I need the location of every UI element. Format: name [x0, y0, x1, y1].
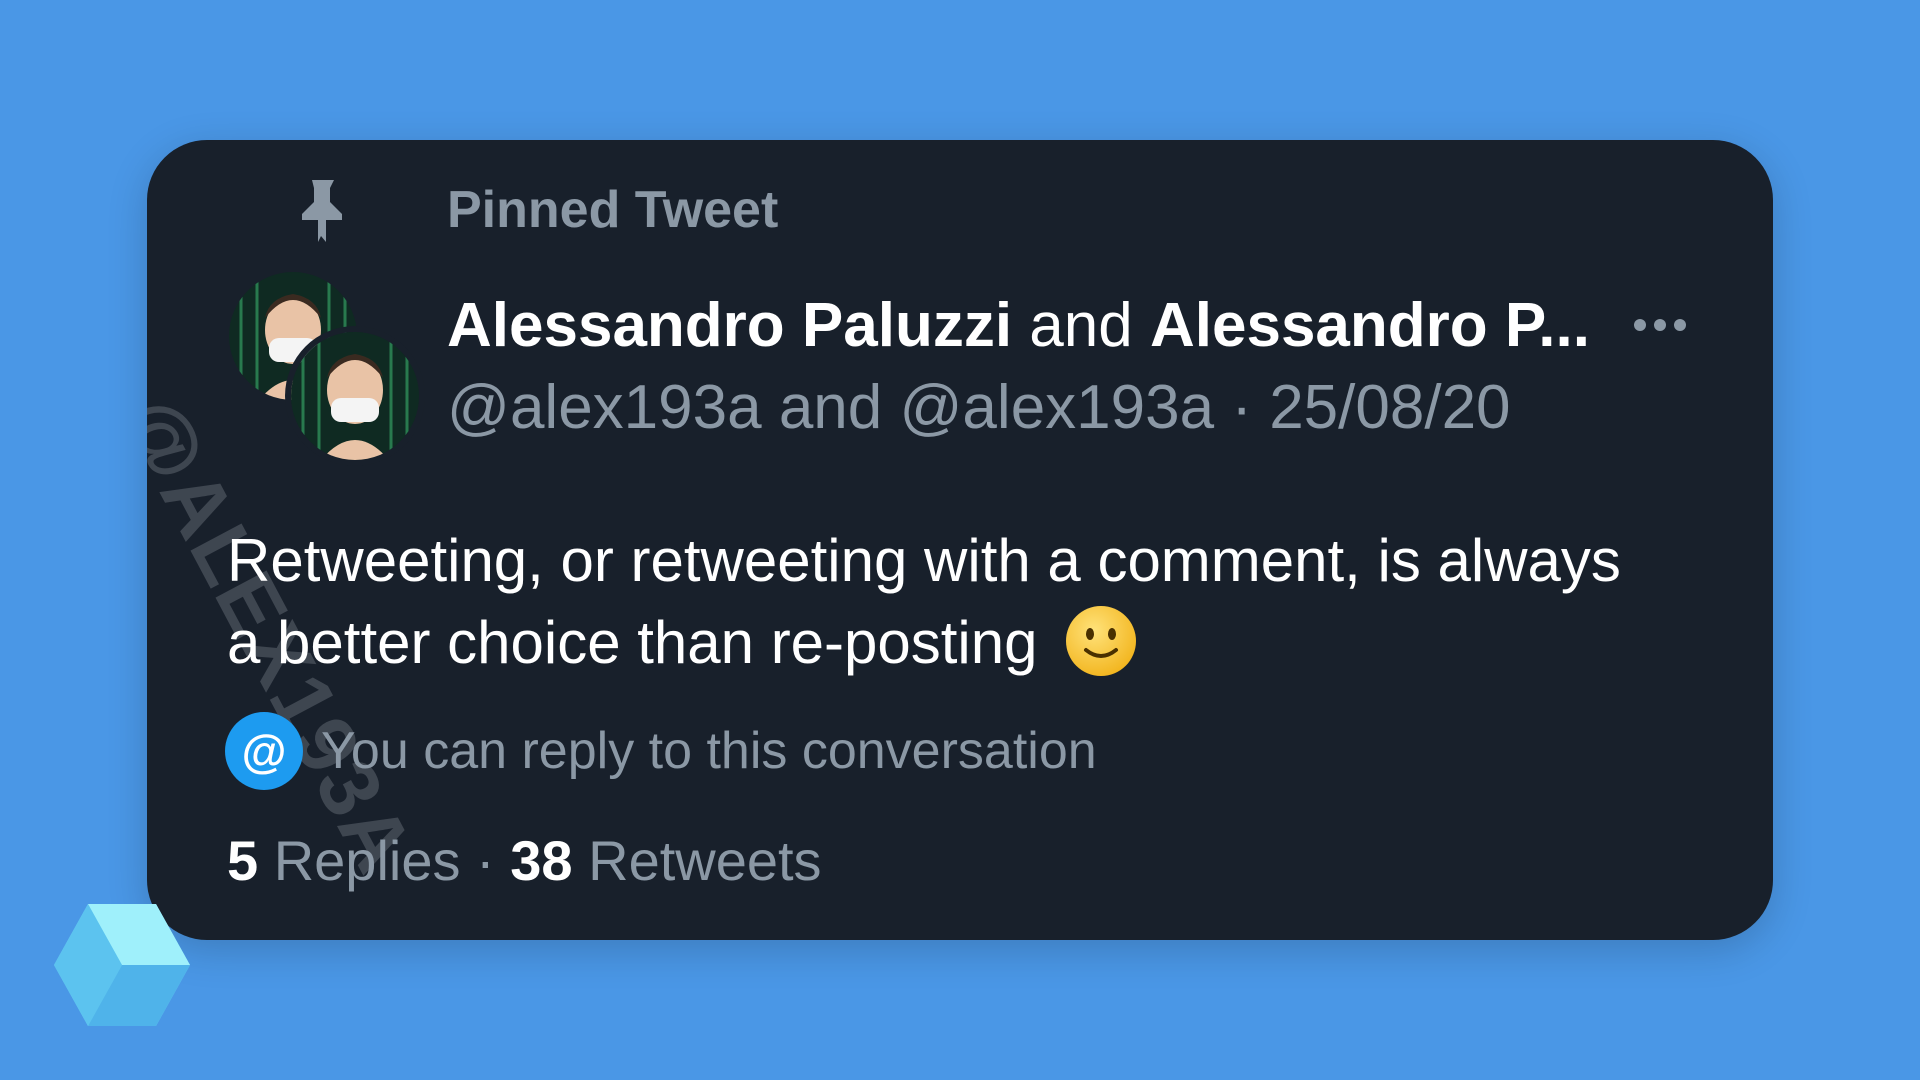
replies-count: 5	[227, 829, 259, 892]
at-icon: @	[225, 712, 303, 790]
cube-logo-icon	[54, 904, 190, 1026]
tweet-body: Retweeting, or retweeting with a comment…	[227, 527, 1621, 676]
reply-permission-label: You can reply to this conversation	[321, 722, 1097, 780]
tweet-text: Retweeting, or retweeting with a comment…	[227, 520, 1667, 684]
stats-separator: ·	[476, 829, 495, 892]
replies-stat[interactable]: 5 Replies	[227, 829, 460, 892]
more-horizontal-icon[interactable]	[1630, 310, 1690, 340]
author-names[interactable]: Alessandro Paluzzi and Alessandro P...	[447, 290, 1590, 361]
tweet-card[interactable]: @ALEX193A Pinned Tweet Alessandro Paluzz…	[147, 140, 1773, 940]
slightly-smiling-face-icon	[1066, 606, 1137, 677]
retweets-label: Retweets	[588, 829, 822, 892]
canvas: @ALEX193A Pinned Tweet Alessandro Paluzz…	[0, 0, 1920, 1080]
author-joiner: and	[1029, 291, 1133, 360]
avatar[interactable]	[291, 332, 419, 460]
pinned-tweet-label: Pinned Tweet	[447, 181, 779, 239]
author-name[interactable]: Alessandro Paluzzi	[447, 291, 1012, 360]
pin-icon	[302, 180, 342, 242]
handles-and-date: @alex193a and @alex193a · 25/08/20	[447, 373, 1511, 442]
reply-permission-row: @ You can reply to this conversation	[225, 712, 1097, 790]
retweets-count: 38	[510, 829, 573, 892]
avatar-stack[interactable]	[229, 272, 429, 472]
author-name[interactable]: Alessandro P...	[1150, 291, 1590, 360]
replies-label: Replies	[273, 829, 461, 892]
retweets-stat[interactable]: 38 Retweets	[510, 829, 821, 892]
tweet-stats: 5 Replies · 38 Retweets	[227, 828, 822, 893]
